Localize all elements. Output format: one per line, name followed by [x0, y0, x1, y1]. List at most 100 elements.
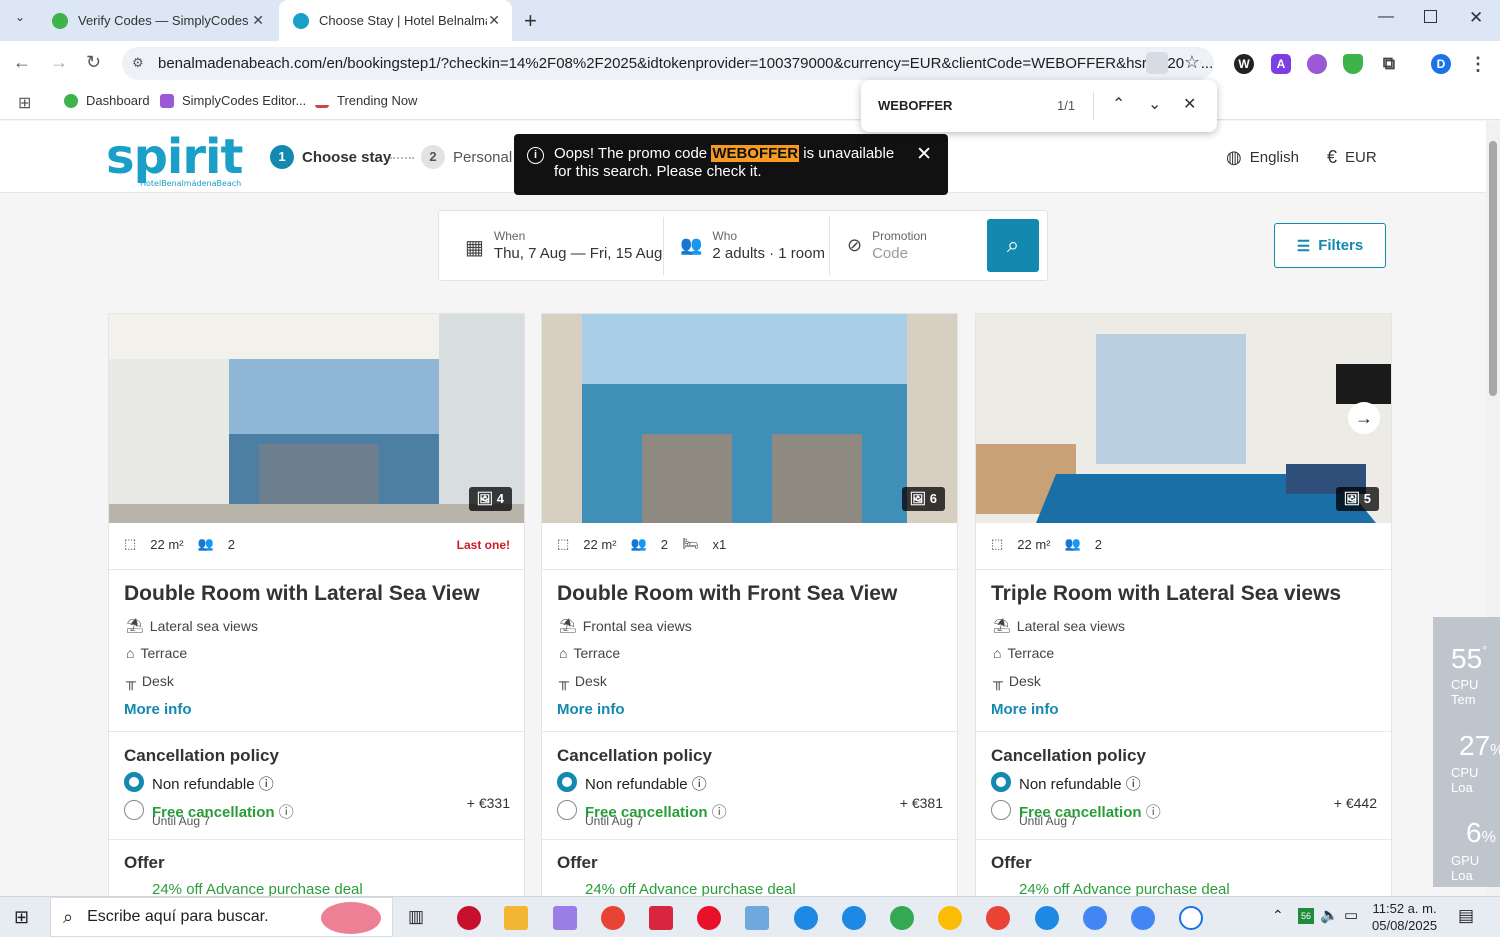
- who-field[interactable]: 👥 Who 2 adults · 1 room: [680, 229, 825, 262]
- taskbar-search-box[interactable]: ⌕ Escribe aquí para buscar.: [50, 897, 393, 937]
- filters-icon: ☰: [1296, 237, 1311, 255]
- front-sea-view-image: [542, 314, 957, 523]
- non-refundable-radio[interactable]: [124, 772, 144, 792]
- reload-icon[interactable]: ↻: [86, 52, 101, 73]
- photo-count-badge[interactable]: 🖼 5: [1335, 487, 1379, 511]
- browser-menu-icon[interactable]: ⋮: [1468, 54, 1488, 74]
- tab-simplycodes[interactable]: Verify Codes — SimplyCodes ✕: [38, 0, 276, 41]
- room-title[interactable]: Double Room with Front Sea View: [557, 582, 897, 606]
- new-tab-icon[interactable]: +: [524, 8, 537, 34]
- filters-button[interactable]: ☰ Filters: [1274, 223, 1386, 268]
- chrome-profile-icon[interactable]: [794, 906, 818, 930]
- free-cancellation-radio[interactable]: [124, 800, 144, 820]
- desk-icon: ╥: [559, 673, 569, 689]
- chrome-profile-icon[interactable]: [842, 906, 866, 930]
- close-toast-icon[interactable]: ✕: [916, 145, 932, 164]
- bookmark-trending-now[interactable]: Trending Now: [315, 93, 417, 108]
- opera-icon[interactable]: [697, 906, 721, 930]
- previous-match-icon[interactable]: ⌃: [1112, 94, 1125, 114]
- chrome-profile-icon[interactable]: [890, 906, 914, 930]
- app-icon[interactable]: [457, 906, 481, 930]
- photo-count-badge[interactable]: 🖼 4: [468, 487, 512, 511]
- extensions-puzzle-icon[interactable]: ⧉: [1379, 54, 1399, 74]
- tray-app-badge[interactable]: 56: [1298, 908, 1314, 924]
- find-in-page-icon[interactable]: [1146, 52, 1168, 74]
- back-icon[interactable]: ←: [13, 52, 31, 73]
- chrome-profile-icon[interactable]: [1131, 906, 1155, 930]
- info-icon[interactable]: ⓘ: [279, 804, 294, 821]
- search-bar: ▦ When Thu, 7 Aug — Fri, 15 Aug 👥 Who 2 ad…: [438, 210, 1048, 281]
- more-info-link[interactable]: More info: [557, 701, 625, 718]
- close-window-icon[interactable]: ✕: [1469, 8, 1483, 28]
- terrace-icon: ⌂: [126, 645, 135, 661]
- system-clock[interactable]: 11:52 a. m. 05/08/2025: [1372, 900, 1437, 934]
- info-icon[interactable]: ⓘ: [712, 804, 727, 821]
- forward-icon[interactable]: →: [50, 52, 68, 73]
- scrollbar-thumb[interactable]: [1489, 141, 1497, 396]
- maximize-icon[interactable]: [1424, 10, 1437, 23]
- site-info-icon[interactable]: ⚙: [132, 55, 144, 71]
- currency-selector[interactable]: € EUR: [1327, 147, 1377, 168]
- free-cancellation-radio[interactable]: [557, 800, 577, 820]
- extension-w-icon[interactable]: W: [1234, 54, 1254, 74]
- info-icon[interactable]: ⓘ: [1146, 804, 1161, 821]
- chrome-profile-icon[interactable]: [1083, 906, 1107, 930]
- close-tab-icon[interactable]: ✕: [252, 12, 264, 29]
- volume-icon[interactable]: 🔈: [1320, 906, 1339, 924]
- room-title[interactable]: Triple Room with Lateral Sea views: [991, 582, 1341, 606]
- next-match-icon[interactable]: ⌄: [1148, 94, 1161, 114]
- task-view-icon[interactable]: ▥: [408, 907, 424, 927]
- chrome-icon[interactable]: [601, 906, 625, 930]
- extension-simplycodes-icon[interactable]: [1307, 54, 1327, 74]
- promo-code-field[interactable]: ⊘ Promotion Code: [847, 229, 927, 262]
- tray-chevron-icon[interactable]: ⌃: [1272, 907, 1284, 924]
- clock-app-icon[interactable]: [1179, 906, 1203, 930]
- profile-avatar[interactable]: D: [1431, 54, 1451, 74]
- extension-a-icon[interactable]: A: [1271, 54, 1291, 74]
- area-icon: ⬚: [557, 536, 570, 551]
- more-info-link[interactable]: More info: [991, 701, 1059, 718]
- non-refundable-radio[interactable]: [991, 772, 1011, 792]
- bookmark-dashboard[interactable]: Dashboard: [64, 93, 150, 108]
- room-title[interactable]: Double Room with Lateral Sea View: [124, 582, 480, 606]
- close-find-icon[interactable]: ✕: [1183, 94, 1196, 114]
- windows-start-icon[interactable]: ⊞: [14, 907, 29, 928]
- room-card: 🖼 6 ⬚ 22 m² 👥 2 🛏 x1 Double Room with Front…: [541, 313, 958, 896]
- photo-count-badge[interactable]: 🖼 6: [901, 487, 945, 511]
- bookmark-simplycodes-editor[interactable]: SimplyCodes Editor...: [160, 93, 306, 108]
- bookmark-star-icon[interactable]: ☆: [1183, 52, 1200, 73]
- next-photo-arrow-icon[interactable]: →: [1348, 402, 1380, 434]
- info-icon[interactable]: ⓘ: [692, 776, 707, 793]
- close-tab-icon[interactable]: ✕: [488, 12, 500, 29]
- free-cancellation-radio[interactable]: [991, 800, 1011, 820]
- non-refundable-radio[interactable]: [557, 772, 577, 792]
- address-bar[interactable]: ⚙ benalmadenabeach.com/en/bookingstep1/?…: [122, 47, 1214, 80]
- room-photo[interactable]: → 🖼 5: [976, 314, 1391, 523]
- find-input[interactable]: WEBOFFER: [878, 98, 952, 113]
- chrome-profile-icon[interactable]: [938, 906, 962, 930]
- search-button[interactable]: ⌕: [987, 219, 1039, 272]
- app-icon[interactable]: [553, 906, 577, 930]
- file-explorer-icon[interactable]: [504, 906, 528, 930]
- minimize-icon[interactable]: —: [1378, 8, 1394, 26]
- network-icon[interactable]: ▭: [1344, 906, 1358, 924]
- tab-search-button[interactable]: ⌄: [8, 10, 32, 32]
- when-field[interactable]: ▦ When Thu, 7 Aug — Fri, 15 Aug: [465, 229, 662, 262]
- extension-shield-icon[interactable]: [1343, 54, 1363, 74]
- notifications-icon[interactable]: ▤: [1458, 906, 1474, 926]
- room-photo[interactable]: 🖼 6: [542, 314, 957, 523]
- tab-choose-stay[interactable]: Choose Stay | Hotel Belnalmáde ✕: [279, 0, 512, 41]
- language-selector[interactable]: ◍ English: [1226, 147, 1299, 168]
- chrome-profile-icon[interactable]: [1035, 906, 1059, 930]
- app-icon[interactable]: [745, 906, 769, 930]
- info-icon[interactable]: ⓘ: [1126, 776, 1141, 793]
- chrome-profile-icon[interactable]: [986, 906, 1010, 930]
- more-info-link[interactable]: More info: [124, 701, 192, 718]
- apps-grid-icon[interactable]: ⊞: [18, 93, 31, 113]
- app-icon[interactable]: [649, 906, 673, 930]
- info-icon[interactable]: ⓘ: [259, 776, 274, 793]
- cancellation-deadline: Until Aug 7: [1019, 814, 1078, 828]
- cancellation-deadline: Until Aug 7: [585, 814, 644, 828]
- room-photo[interactable]: 🖼 4: [109, 314, 524, 523]
- hotel-logo[interactable]: spirit HotelBenalmádenaBeach: [106, 129, 243, 188]
